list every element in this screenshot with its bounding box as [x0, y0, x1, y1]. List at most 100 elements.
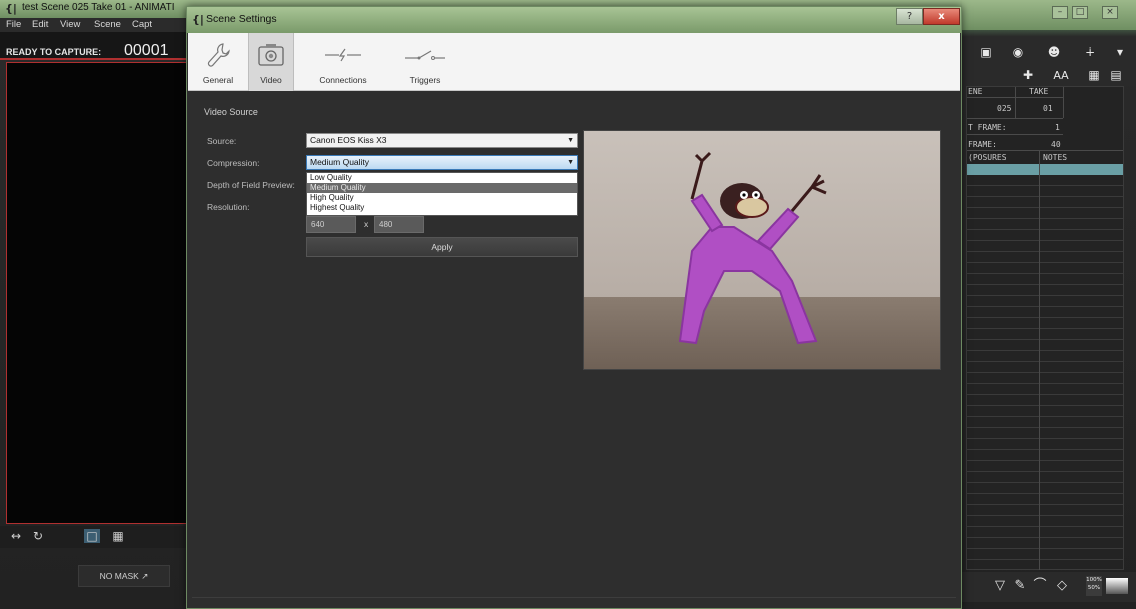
eraser-icon[interactable]: ◇ — [1054, 578, 1070, 594]
font-size-icon[interactable]: AA — [1050, 68, 1072, 84]
tab-general[interactable]: General — [196, 33, 240, 91]
timeline-icon[interactable]: ∔ — [1082, 44, 1098, 60]
rotate-icon[interactable]: ↻ — [30, 529, 46, 543]
view-list-icon[interactable]: ▦ — [1086, 67, 1102, 83]
resolution-width-field[interactable]: 640 — [306, 216, 356, 233]
sheet-divider — [1063, 87, 1064, 118]
compression-select[interactable]: Medium Quality ▼ — [306, 155, 578, 170]
monitor-icon[interactable]: ▣ — [978, 44, 994, 60]
resolution-label: Resolution: — [207, 202, 250, 212]
settings-tabbar: General Video Connections Triggers — [188, 33, 960, 91]
frame-guide-icon[interactable]: □ — [84, 529, 100, 543]
tab-label: Connections — [319, 75, 367, 85]
first-frame-label: T FRAME: — [968, 123, 1007, 132]
dropdown-arrow-icon[interactable]: ▾ — [1112, 44, 1128, 60]
menu-view[interactable]: View — [60, 19, 80, 30]
tab-video[interactable]: Video — [248, 33, 294, 91]
tab-triggers[interactable]: Triggers — [390, 33, 460, 91]
video-settings-panel: Video Source Source: Canon EOS Kiss X3 ▼… — [188, 92, 960, 608]
compression-option-low[interactable]: Low Quality — [307, 173, 577, 183]
close-icon[interactable]: × — [1102, 6, 1118, 19]
app-logo-icon: {| — [5, 2, 17, 15]
source-value: Canon EOS Kiss X3 — [310, 135, 387, 145]
dialog-titlebar[interactable]: {| Scene Settings ? x — [187, 7, 961, 33]
main-window-title: test Scene 025 Take 01 - ANIMATI — [22, 2, 175, 13]
last-frame-label: FRAME: — [968, 140, 997, 149]
sheet-divider — [967, 118, 1063, 119]
puppet-icon[interactable]: ☻ — [1046, 44, 1062, 60]
help-button[interactable]: ? — [896, 8, 923, 25]
zoom-level[interactable]: 100% 50% — [1086, 576, 1102, 596]
dialog-title: Scene Settings — [206, 13, 277, 25]
viewport-toolbar: ↔ ↻ □ ▦ — [0, 526, 200, 548]
menu-scene[interactable]: Scene — [94, 19, 121, 30]
no-mask-button[interactable]: NO MASK ↗ — [78, 565, 170, 587]
exposures-column-header: (POSURES — [968, 153, 1007, 162]
camera-icon[interactable]: ◉ — [1010, 44, 1026, 60]
compression-dropdown: Low Quality Medium Quality High Quality … — [306, 172, 578, 216]
tab-connections[interactable]: Connections — [308, 33, 378, 91]
preview-image — [584, 131, 940, 369]
sheet-divider — [967, 134, 1063, 135]
menu-capture[interactable]: Capt — [132, 19, 152, 30]
wrench-icon — [196, 41, 240, 69]
dialog-footer-divider — [192, 597, 956, 598]
compression-option-highest[interactable]: Highest Quality — [307, 203, 577, 213]
tab-label: Video — [260, 75, 282, 85]
exposure-sheet[interactable]: ENE TAKE 025 01 T FRAME: 1 FRAME: 40 (PO… — [966, 86, 1124, 570]
section-title: Video Source — [204, 107, 258, 117]
apply-button[interactable]: Apply — [306, 237, 578, 257]
opacity-swatch[interactable] — [1106, 578, 1128, 594]
source-select[interactable]: Canon EOS Kiss X3 ▼ — [306, 133, 578, 148]
source-label: Source: — [207, 136, 237, 146]
sheet-column-divider — [1039, 151, 1040, 570]
depth-of-field-label: Depth of Field Preview: — [207, 180, 295, 190]
zoom-top-value: 100% — [1086, 577, 1102, 583]
last-frame-value: 40 — [1051, 140, 1061, 149]
add-frame-icon[interactable]: ✚ — [1020, 67, 1036, 83]
close-button[interactable]: x — [923, 8, 960, 25]
pencil-icon[interactable]: ✎ — [1012, 578, 1028, 594]
compression-option-medium[interactable]: Medium Quality — [307, 183, 577, 193]
tab-label: General — [202, 75, 234, 85]
current-frame-row[interactable] — [967, 164, 1123, 175]
scene-settings-dialog: {| Scene Settings ? x General Video Conn… — [186, 6, 962, 609]
capture-viewport[interactable] — [6, 62, 191, 524]
compression-label: Compression: — [207, 158, 260, 168]
resolution-separator: x — [364, 219, 369, 229]
curve-icon[interactable]: ⌒ — [1032, 578, 1048, 594]
chevron-down-icon: ▼ — [567, 159, 574, 166]
notes-column-header: NOTES — [1043, 153, 1068, 162]
switch-icon — [390, 41, 460, 69]
right-toolbar: ▣ ◉ ☻ ∔ ▾ — [962, 38, 1136, 66]
video-preview — [583, 130, 941, 370]
scene-number: 025 — [997, 104, 1012, 113]
take-number: 01 — [1043, 104, 1053, 113]
exposure-rows[interactable] — [967, 175, 1123, 570]
minimize-icon[interactable]: – — [1052, 6, 1068, 19]
app-logo-icon: {| — [192, 13, 204, 26]
sheet-divider — [1015, 87, 1016, 118]
menu-file[interactable]: File — [6, 19, 21, 30]
menubar: File Edit View Scene Capt — [0, 18, 200, 32]
scene-column-header: ENE — [968, 87, 983, 96]
frame-counter: 00001 — [124, 42, 169, 59]
main-window-controls: – □ × — [962, 0, 1136, 30]
grid-icon[interactable]: ▦ — [110, 529, 126, 543]
right-subtoolbar: ✚ AA ▦ ▤ — [962, 66, 1136, 86]
sheet-divider — [967, 150, 1123, 151]
compression-option-high[interactable]: High Quality — [307, 193, 577, 203]
ready-to-capture-label: READY TO CAPTURE: — [6, 47, 102, 57]
menu-edit[interactable]: Edit — [32, 19, 48, 30]
tab-label: Triggers — [409, 75, 441, 85]
compression-value: Medium Quality — [310, 157, 370, 167]
take-column-header: TAKE — [1029, 87, 1049, 96]
chevron-down-icon: ▼ — [567, 137, 574, 144]
first-frame-value: 1 — [1055, 123, 1060, 132]
select-arrow-icon[interactable]: ▽ — [992, 578, 1008, 594]
camera-icon — [249, 41, 293, 69]
view-detail-icon[interactable]: ▤ — [1108, 67, 1124, 83]
flip-horizontal-icon[interactable]: ↔ — [8, 529, 24, 543]
maximize-icon[interactable]: □ — [1072, 6, 1088, 19]
resolution-height-field[interactable]: 480 — [374, 216, 424, 233]
